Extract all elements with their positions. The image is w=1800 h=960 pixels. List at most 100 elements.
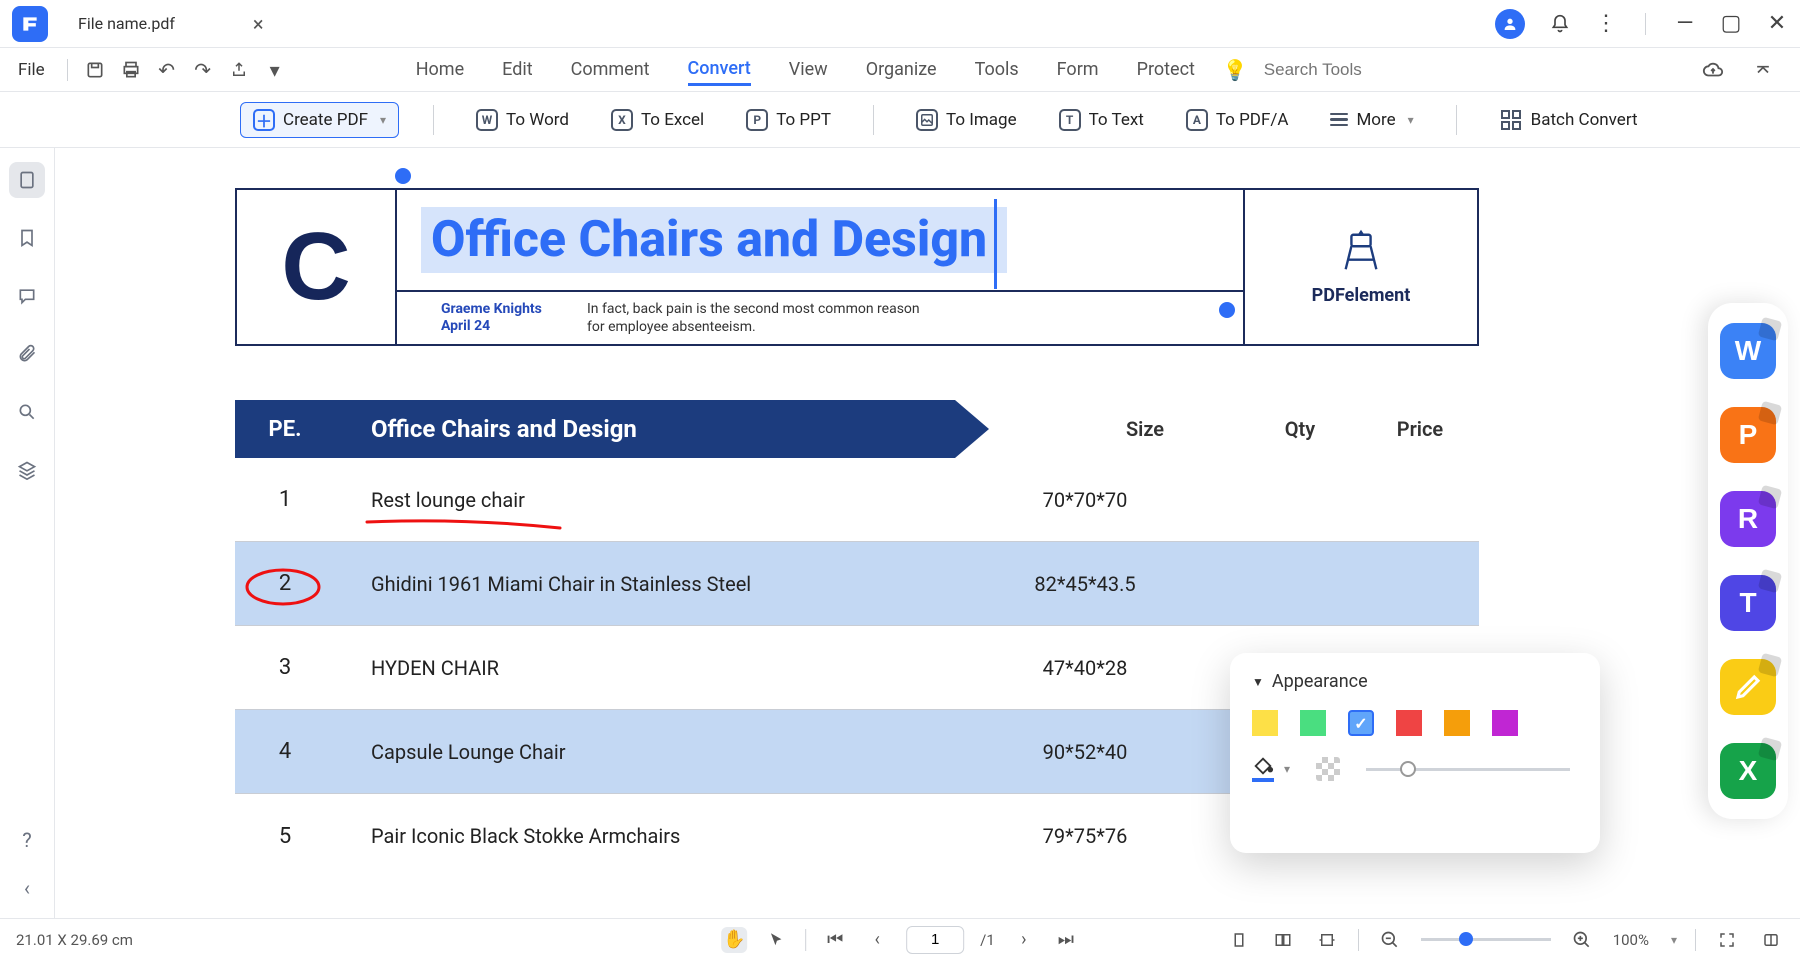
color-swatch-green[interactable] bbox=[1300, 710, 1326, 736]
body: ? ‹ C Office Chairs and Design bbox=[0, 148, 1800, 918]
quick-excel-icon[interactable]: X bbox=[1720, 743, 1776, 799]
slider-thumb[interactable] bbox=[1400, 761, 1416, 777]
profile-button[interactable] bbox=[1495, 9, 1525, 39]
search-rail-icon[interactable] bbox=[9, 394, 45, 430]
quick-note-icon[interactable] bbox=[1720, 659, 1776, 715]
app-logo[interactable] bbox=[12, 6, 48, 42]
prev-page-icon[interactable]: ‹ bbox=[864, 927, 890, 953]
app-window: File name.pdf × ⋮ — ▢ ✕ File ↶ ↷ ▾ bbox=[0, 0, 1800, 960]
document-canvas[interactable]: C Office Chairs and Design Graeme Knight… bbox=[55, 148, 1800, 918]
single-page-view-icon[interactable] bbox=[1226, 927, 1252, 953]
to-pdfa-button[interactable]: ATo PDF/A bbox=[1178, 103, 1297, 137]
fullscreen-icon[interactable] bbox=[1714, 927, 1740, 953]
search-tools-input[interactable] bbox=[1264, 60, 1404, 80]
color-swatch-blue-selected[interactable] bbox=[1348, 710, 1374, 736]
annotation-underline-red[interactable] bbox=[365, 516, 565, 534]
annotation-circle-red[interactable] bbox=[243, 566, 323, 608]
minimize-icon[interactable]: — bbox=[1674, 13, 1696, 35]
tab-view[interactable]: View bbox=[789, 55, 828, 84]
to-text-button[interactable]: TTo Text bbox=[1051, 103, 1152, 137]
more-button[interactable]: More▾ bbox=[1322, 104, 1421, 136]
cell-size: 70*70*70 bbox=[955, 488, 1215, 512]
color-swatch-red[interactable] bbox=[1396, 710, 1422, 736]
image-icon bbox=[916, 109, 938, 131]
maximize-icon[interactable]: ▢ bbox=[1720, 13, 1742, 35]
to-word-button[interactable]: WTo Word bbox=[468, 103, 577, 137]
chevron-down-icon[interactable]: ▾ bbox=[1671, 933, 1677, 947]
selection-handle-start[interactable] bbox=[395, 168, 411, 184]
to-ppt-button[interactable]: PTo PPT bbox=[738, 103, 839, 137]
cloud-upload-icon[interactable] bbox=[1698, 55, 1728, 85]
document-tab[interactable]: File name.pdf × bbox=[68, 6, 274, 42]
transparency-icon[interactable] bbox=[1316, 757, 1340, 781]
layers-icon[interactable] bbox=[9, 452, 45, 488]
chevron-up-icon[interactable] bbox=[1748, 55, 1778, 85]
bookmark-icon[interactable] bbox=[9, 220, 45, 256]
zoom-in-icon[interactable] bbox=[1569, 927, 1595, 953]
last-page-icon[interactable]: ⏭ bbox=[1053, 927, 1079, 953]
next-page-icon[interactable]: › bbox=[1011, 927, 1037, 953]
close-window-icon[interactable]: ✕ bbox=[1766, 13, 1788, 35]
hand-tool-icon[interactable]: ✋ bbox=[721, 927, 747, 953]
quick-text-icon[interactable]: T bbox=[1720, 575, 1776, 631]
to-excel-button[interactable]: XTo Excel bbox=[603, 103, 712, 137]
quick-rtf-icon[interactable]: R bbox=[1720, 491, 1776, 547]
undo-icon[interactable]: ↶ bbox=[152, 55, 182, 85]
appearance-popup[interactable]: ▼ Appearance bbox=[1230, 653, 1600, 853]
col-name: Office Chairs and Design bbox=[335, 415, 637, 443]
page-number-input[interactable] bbox=[906, 926, 964, 954]
thumbnails-icon[interactable] bbox=[9, 162, 45, 198]
dropdown-icon[interactable]: ▾ bbox=[260, 55, 290, 85]
help-icon[interactable]: ? bbox=[9, 822, 45, 858]
to-image-label: To Image bbox=[946, 110, 1017, 130]
color-swatch-purple[interactable] bbox=[1492, 710, 1518, 736]
first-page-icon[interactable]: ⏮ bbox=[822, 927, 848, 953]
color-swatch-yellow[interactable] bbox=[1252, 710, 1278, 736]
popup-header[interactable]: ▼ Appearance bbox=[1252, 671, 1578, 692]
collapse-rail-icon[interactable]: ‹ bbox=[9, 870, 45, 906]
zoom-slider[interactable] bbox=[1421, 938, 1551, 941]
save-icon[interactable] bbox=[80, 55, 110, 85]
reading-mode-icon[interactable] bbox=[1758, 927, 1784, 953]
lightbulb-icon[interactable]: 💡 bbox=[1223, 58, 1248, 82]
file-menu[interactable]: File bbox=[8, 56, 55, 84]
create-pdf-button[interactable]: ＋ Create PDF ▾ bbox=[240, 102, 399, 138]
redo-icon[interactable]: ↷ bbox=[188, 55, 218, 85]
zoom-out-icon[interactable] bbox=[1377, 927, 1403, 953]
quick-word-icon[interactable]: W bbox=[1720, 323, 1776, 379]
cell-size: 79*75*76 bbox=[955, 824, 1215, 848]
popup-controls: ▾ bbox=[1252, 756, 1578, 782]
attachment-icon[interactable] bbox=[9, 336, 45, 372]
chevron-down-icon: ▾ bbox=[380, 113, 386, 127]
color-swatch-orange[interactable] bbox=[1444, 710, 1470, 736]
kebab-menu-icon[interactable]: ⋮ bbox=[1595, 13, 1617, 35]
tab-tools[interactable]: Tools bbox=[975, 55, 1019, 84]
separator bbox=[1695, 929, 1696, 951]
author-name: Graeme Knights bbox=[441, 301, 587, 319]
zoom-thumb[interactable] bbox=[1459, 932, 1473, 946]
col-size: Size bbox=[1055, 417, 1235, 441]
doc-header: C Office Chairs and Design Graeme Knight… bbox=[235, 188, 1479, 346]
comment-icon[interactable] bbox=[9, 278, 45, 314]
tab-edit[interactable]: Edit bbox=[502, 55, 532, 84]
to-image-button[interactable]: To Image bbox=[908, 103, 1025, 137]
tab-organize[interactable]: Organize bbox=[866, 55, 937, 84]
bell-icon[interactable] bbox=[1549, 13, 1571, 35]
share-icon[interactable] bbox=[224, 55, 254, 85]
close-tab-icon[interactable]: × bbox=[253, 12, 264, 36]
two-page-view-icon[interactable] bbox=[1270, 927, 1296, 953]
fill-color-button[interactable]: ▾ bbox=[1252, 756, 1290, 782]
tab-form[interactable]: Form bbox=[1057, 55, 1099, 84]
tab-protect[interactable]: Protect bbox=[1137, 55, 1195, 84]
fit-width-icon[interactable] bbox=[1314, 927, 1340, 953]
tab-comment[interactable]: Comment bbox=[571, 55, 650, 84]
text-selection[interactable]: Office Chairs and Design bbox=[421, 207, 1007, 273]
tab-home[interactable]: Home bbox=[416, 55, 464, 84]
print-icon[interactable] bbox=[116, 55, 146, 85]
tab-convert[interactable]: Convert bbox=[688, 54, 751, 86]
quick-ppt-icon[interactable]: P bbox=[1720, 407, 1776, 463]
pointer-tool-icon[interactable] bbox=[763, 927, 789, 953]
batch-convert-button[interactable]: Batch Convert bbox=[1491, 102, 1646, 138]
author-block: Graeme Knights April 24 bbox=[397, 301, 587, 336]
opacity-slider[interactable] bbox=[1366, 768, 1570, 771]
